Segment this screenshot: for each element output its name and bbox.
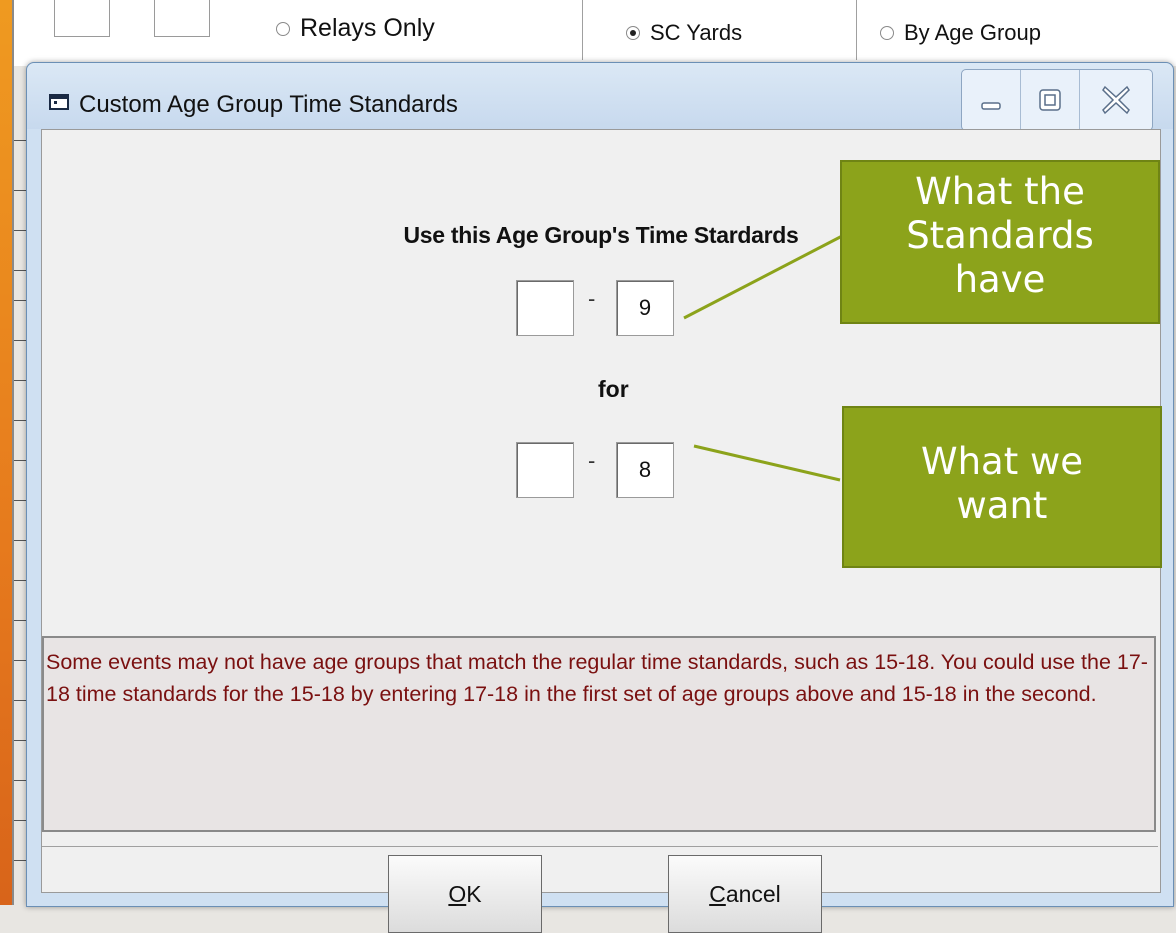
callout-connector-bottom bbox=[693, 444, 841, 482]
callout-connector-top bbox=[683, 232, 847, 320]
callout-what-the-standards-have: What the Standards have bbox=[840, 160, 1160, 324]
callout-what-we-want: What we want bbox=[842, 406, 1162, 568]
